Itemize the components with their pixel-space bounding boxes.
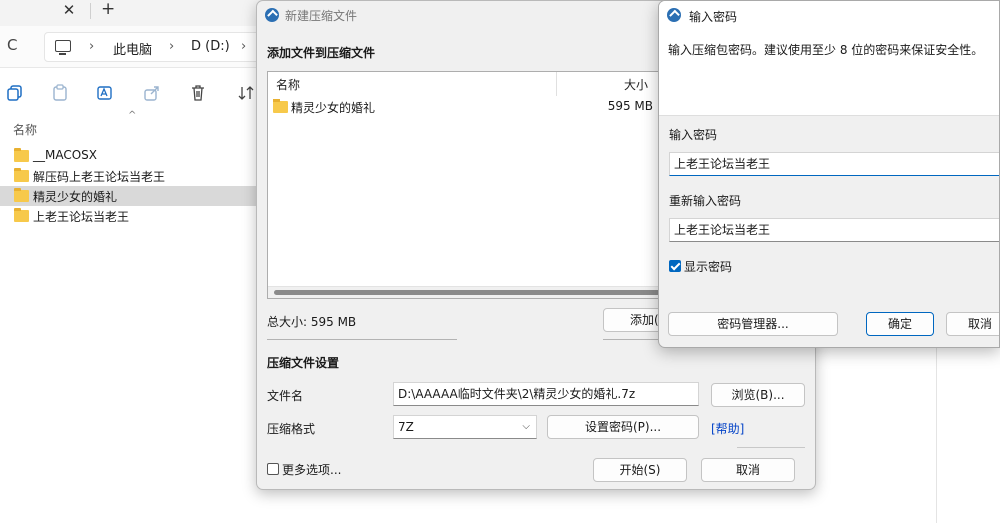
ok-button[interactable]: 确定 [866,312,934,336]
list-item-size: 595 MB [607,99,653,113]
dialog-title: 输入密码 [689,10,738,24]
chevron-right-icon: › [241,39,247,54]
description-panel: 输入压缩包密码。建议使用至少 8 位的密码来保证安全性。 [659,29,999,115]
password-dialog: 输入密码 输入压缩包密码。建议使用至少 8 位的密码来保证安全性。 输入密码 上… [658,0,1000,348]
folder-icon [14,168,29,182]
cancel-button[interactable]: 取消 [701,458,795,482]
set-password-button[interactable]: 设置密码(P)... [547,415,699,439]
start-button[interactable]: 开始(S) [593,458,687,482]
file-row[interactable]: __MACOSX [0,146,256,166]
reenter-password-input[interactable]: 上老王论坛当老王 [669,218,999,242]
paste-icon[interactable] [51,84,69,102]
new-tab-icon[interactable]: + [101,0,115,19]
filename-label: 文件名 [267,389,304,403]
chevron-down-icon: ⌵ [522,421,530,432]
close-tab-icon[interactable]: ✕ [61,1,77,19]
divider [659,115,999,116]
format-select[interactable]: 7Z ⌵ [393,415,537,439]
window-edge [936,346,937,523]
folder-icon [14,148,29,162]
file-name: 解压码上老王论坛当老王 [33,170,166,184]
scrollbar-thumb[interactable] [274,290,660,295]
list-item[interactable]: 精灵少女的婚礼 595 MB [273,98,653,116]
folder-icon [14,208,29,222]
file-name: 精灵少女的婚礼 [33,190,118,204]
browse-button[interactable]: 浏览(B)... [711,383,805,407]
file-list: __MACOSX 解压码上老王论坛当老王 精灵少女的婚礼 上老王论坛当老王 [0,146,260,226]
file-row-selected[interactable]: 精灵少女的婚礼 [0,186,256,206]
total-size-label: 总大小: 595 MB [267,315,357,329]
sort-icon[interactable] [237,84,255,102]
folder-icon [273,99,288,113]
folder-icon [14,188,29,202]
command-toolbar [0,68,260,116]
show-password-label[interactable]: 显示密码 [684,258,732,275]
file-listbox[interactable]: 名称 大小 精灵少女的婚礼 595 MB [267,71,667,299]
dialog-title: 新建压缩文件 [285,9,358,23]
show-password-checkbox[interactable] [669,260,681,272]
refresh-icon[interactable]: C [7,36,17,54]
more-options-label[interactable]: 更多选项... [282,461,341,478]
filename-input[interactable]: D:\AAAAA临时文件夹\2\精灵少女的婚礼.7z [393,382,699,406]
app-logo-icon [265,8,279,22]
file-row[interactable]: 解压码上老王论坛当老王 [0,166,256,186]
cancel-button[interactable]: 取消 [946,312,999,336]
copy-icon[interactable] [6,84,24,102]
horizontal-scrollbar[interactable] [268,286,666,298]
file-name: __MACOSX [33,148,98,162]
password-input[interactable]: 上老王论坛当老王 [669,152,999,176]
list-header-name[interactable]: 名称 [276,76,300,93]
rename-icon[interactable] [96,84,114,102]
chevron-right-icon: › [169,39,175,54]
password-description: 输入压缩包密码。建议使用至少 8 位的密码来保证安全性。 [668,43,984,57]
format-select-value: 7Z [398,420,414,434]
chevron-right-icon: › [89,39,95,54]
sort-ascending-icon: ^ [128,110,137,121]
archive-settings-heading: 压缩文件设置 [267,356,340,370]
tab-separator [90,3,91,19]
file-row[interactable]: 上老王论坛当老王 [0,206,256,226]
enter-password-label: 输入密码 [669,128,718,142]
app-logo-icon [667,8,681,22]
share-icon[interactable] [143,84,161,102]
list-item-name: 精灵少女的婚礼 [291,101,376,115]
file-name: 上老王论坛当老王 [33,210,130,224]
column-header-name[interactable]: 名称 [13,121,37,138]
computer-icon [55,40,71,55]
password-manager-button[interactable]: 密码管理器... [668,312,838,336]
divider [737,447,805,448]
reenter-password-label: 重新输入密码 [669,194,742,208]
help-link[interactable]: [帮助] [711,420,744,437]
breadcrumb-this-pc[interactable]: 此电脑 [113,39,152,58]
dialog-title-bar: 输入密码 [659,1,999,29]
breadcrumb-drive-d[interactable]: D (D:) [191,39,230,54]
list-header-size[interactable]: 大小 [624,76,648,93]
format-label: 压缩格式 [267,422,316,436]
more-options-checkbox[interactable] [267,463,279,475]
delete-icon[interactable] [189,84,207,102]
divider [267,339,457,340]
header-divider [556,72,557,96]
add-files-heading: 添加文件到压缩文件 [267,46,376,60]
